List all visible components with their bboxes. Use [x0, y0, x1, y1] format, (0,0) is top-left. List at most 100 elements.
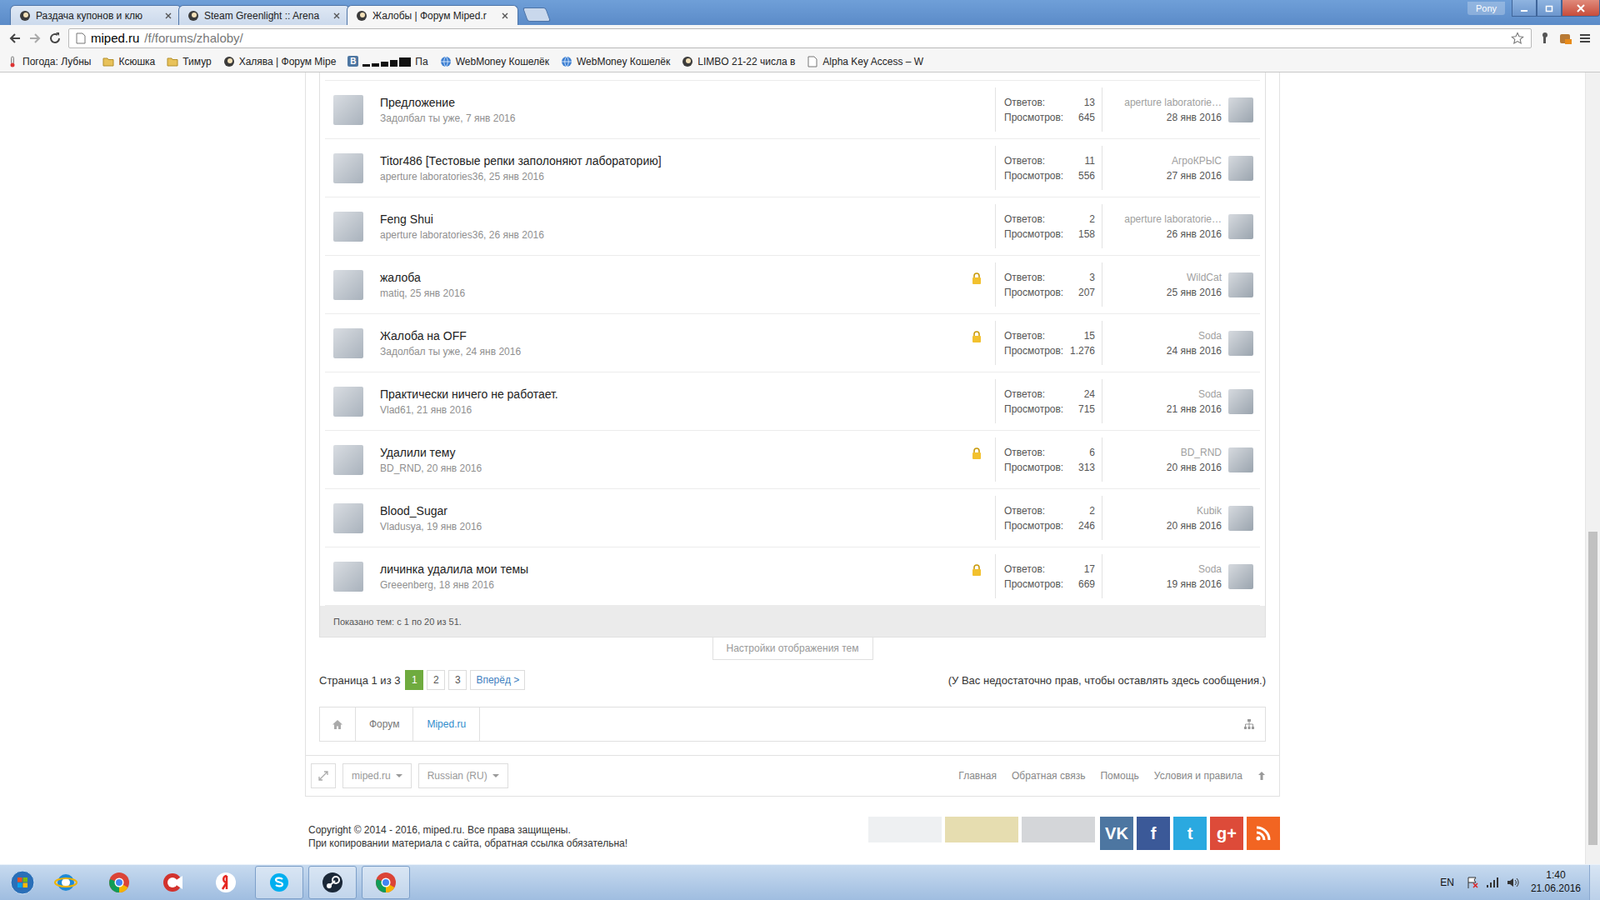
footer-link[interactable]: Помощь: [1100, 770, 1139, 782]
browser-tab[interactable]: Раздача купонов и клю: [10, 5, 182, 25]
start-button[interactable]: [3, 870, 42, 895]
thread-title[interactable]: жалоба: [380, 270, 972, 285]
browser-tab[interactable]: Жалобы | Форум Miped.r: [346, 5, 519, 25]
thread-title[interactable]: Предложение: [380, 95, 972, 110]
scrollbar-thumb[interactable]: [1588, 531, 1598, 845]
bookmark[interactable]: ВПа: [347, 55, 428, 68]
flag-icon[interactable]: [1465, 875, 1480, 890]
author-avatar[interactable]: [333, 386, 364, 417]
thread-row[interactable]: Feng Shuiaperture laboratories36, 26 янв…: [325, 197, 1260, 256]
close-icon[interactable]: [164, 11, 173, 20]
bookmark[interactable]: Alpha Key Access – W: [806, 55, 924, 68]
social-button[interactable]: VK: [1100, 816, 1134, 850]
thread-title[interactable]: Blood_Sugar: [380, 504, 972, 518]
author-avatar[interactable]: [333, 445, 364, 475]
last-post-avatar[interactable]: [1228, 505, 1254, 531]
taskbar-chrome[interactable]: [361, 865, 410, 900]
last-post-date[interactable]: 20 янв 2016: [1107, 461, 1222, 474]
author-avatar[interactable]: [333, 503, 364, 534]
forward-icon[interactable]: [28, 31, 42, 45]
last-post-user[interactable]: АгроКРЫС: [1107, 155, 1222, 167]
thread-row[interactable]: Жалоба на OFFЗадолбал ты уже, 24 янв 201…: [325, 314, 1260, 373]
thread-row[interactable]: ПредложениеЗадолбал ты уже, 7 янв 2016От…: [325, 80, 1260, 140]
footer-link[interactable]: Условия и правила: [1154, 770, 1243, 782]
star-icon[interactable]: [1510, 31, 1525, 45]
thread-title[interactable]: Удалили тему: [380, 445, 972, 460]
browser-tab[interactable]: Steam Greenlight :: Arena: [178, 5, 350, 25]
social-button[interactable]: f: [1136, 816, 1170, 850]
author-avatar[interactable]: [333, 270, 364, 300]
footer-select[interactable]: miped.ru: [342, 763, 412, 789]
last-post-date[interactable]: 19 янв 2016: [1107, 578, 1222, 590]
last-post-user[interactable]: aperture laboratorie…: [1107, 96, 1222, 109]
thread-row[interactable]: Практически ничего не работает.Vlad61, 2…: [325, 372, 1260, 431]
volume-icon[interactable]: [1505, 875, 1520, 890]
counter-badge[interactable]: [868, 816, 942, 843]
thread-title[interactable]: Feng Shui: [380, 212, 972, 226]
last-post-date[interactable]: 26 янв 2016: [1107, 228, 1222, 240]
last-post-date[interactable]: 21 янв 2016: [1107, 403, 1222, 415]
social-button[interactable]: g+: [1210, 816, 1244, 850]
last-post-avatar[interactable]: [1228, 330, 1254, 356]
footer-select[interactable]: Russian (RU): [418, 763, 509, 789]
bookmark[interactable]: Халява | Форум Mipe: [223, 55, 337, 68]
bookmark[interactable]: Ксюшка: [102, 55, 155, 68]
clock[interactable]: 1:4021.06.2016: [1530, 869, 1581, 895]
last-post-avatar[interactable]: [1228, 447, 1254, 473]
close-icon[interactable]: [500, 11, 510, 20]
show-desktop-button[interactable]: [1589, 865, 1600, 900]
home-crumb[interactable]: [320, 707, 356, 741]
thread-title[interactable]: Titor486 [Тестовые репки заполоняют лабо…: [380, 154, 972, 168]
minimize-button[interactable]: [1511, 0, 1537, 17]
thread-row[interactable]: жалобаmatiq, 25 янв 2016Ответов:3Просмот…: [325, 255, 1260, 315]
page-button[interactable]: 1: [405, 670, 424, 690]
last-post-date[interactable]: 27 янв 2016: [1107, 170, 1222, 182]
arrow-up-icon[interactable]: [1257, 770, 1266, 781]
last-post-user[interactable]: Soda: [1107, 563, 1222, 575]
bookmark[interactable]: LIMBO 21-22 числа в: [681, 55, 795, 68]
back-icon[interactable]: [8, 31, 22, 45]
maximize-button[interactable]: [1536, 0, 1562, 17]
last-post-avatar[interactable]: [1228, 155, 1254, 181]
next-page-button[interactable]: Вперёд >: [470, 670, 525, 690]
thread-row[interactable]: Blood_SugarVladusya, 19 янв 2016Ответов:…: [325, 489, 1260, 548]
thread-title[interactable]: личинка удалила мои темы: [380, 562, 972, 576]
thread-row[interactable]: Удалили темуBD_RND, 20 янв 2016Ответов:6…: [325, 430, 1260, 490]
taskbar-skype[interactable]: [255, 865, 304, 900]
new-tab-button[interactable]: [522, 7, 551, 22]
footer-link[interactable]: Главная: [958, 770, 997, 782]
author-avatar[interactable]: [333, 95, 364, 125]
last-post-user[interactable]: Soda: [1107, 388, 1222, 400]
thread-title[interactable]: Практически ничего не работает.: [380, 387, 972, 401]
counter-badge[interactable]: [945, 816, 1019, 843]
close-button[interactable]: [1561, 0, 1600, 17]
breadcrumb-item[interactable]: Форум: [355, 707, 414, 741]
thread-title[interactable]: Жалоба на OFF: [380, 329, 972, 343]
last-post-avatar[interactable]: [1228, 97, 1254, 123]
bookmark[interactable]: WebMoney Кошелёк: [440, 55, 550, 68]
social-button[interactable]: [1246, 816, 1280, 850]
last-post-user[interactable]: WildCat: [1107, 271, 1222, 284]
extension-icon[interactable]: [1558, 31, 1572, 45]
taskbar-steam[interactable]: [308, 865, 357, 900]
fullwidth-button[interactable]: [310, 763, 336, 789]
profile-button[interactable]: Pony: [1467, 1, 1505, 15]
author-avatar[interactable]: [333, 561, 364, 592]
last-post-date[interactable]: 28 янв 2016: [1107, 111, 1222, 124]
last-post-avatar[interactable]: [1228, 564, 1254, 590]
taskbar-ie[interactable]: [41, 865, 90, 900]
footer-link[interactable]: Обратная связь: [1011, 770, 1085, 782]
address-bar[interactable]: miped.ru/f/forums/zhaloby/: [68, 28, 1532, 49]
author-avatar[interactable]: [333, 153, 364, 184]
author-avatar[interactable]: [333, 211, 364, 242]
counter-badge[interactable]: [1021, 816, 1095, 843]
sitemap-icon[interactable]: [1243, 718, 1255, 730]
last-post-date[interactable]: 20 янв 2016: [1107, 520, 1222, 532]
last-post-avatar[interactable]: [1228, 389, 1254, 415]
last-post-avatar[interactable]: [1228, 272, 1254, 298]
close-icon[interactable]: [332, 11, 341, 20]
scrollbar[interactable]: [1585, 72, 1600, 865]
thread-row[interactable]: личинка удалила мои темыGreeenberg, 18 я…: [325, 547, 1260, 606]
last-post-avatar[interactable]: [1228, 214, 1254, 240]
bookmark[interactable]: WebMoney Кошелёк: [560, 55, 670, 68]
